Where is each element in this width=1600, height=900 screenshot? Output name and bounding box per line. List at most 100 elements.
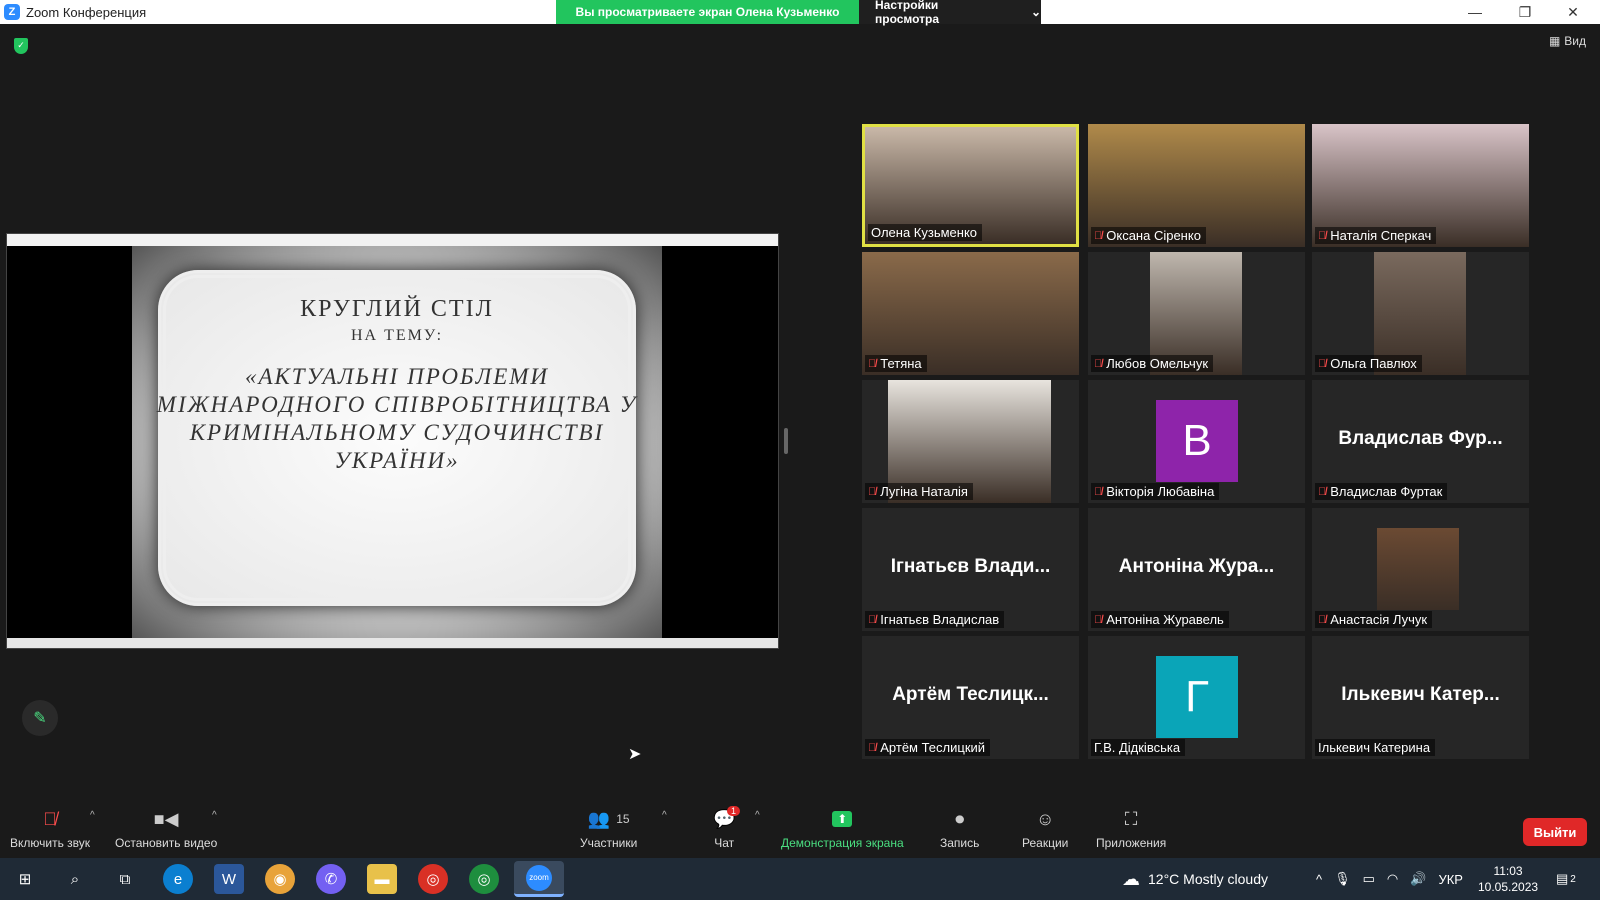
clock[interactable]: 11:03 10.05.2023	[1478, 858, 1538, 900]
participant-name-label: 🎙̸ Любов Омельчук	[1091, 355, 1214, 372]
participant-display-name: Артём Теслицк...	[892, 684, 1049, 705]
participants-icon: 👥	[587, 808, 611, 829]
participant-tile[interactable]: 🎙̸ Оксана Сіренко	[1088, 124, 1305, 247]
participant-name: Антоніна Журавель	[1106, 612, 1224, 627]
restore-icon[interactable]: ❐	[1502, 0, 1548, 24]
participant-initial-avatar: Г	[1156, 656, 1238, 738]
participants-button[interactable]: 👥 15 Участники	[580, 808, 637, 851]
participant-name: Г.В. Дідківська	[1094, 740, 1181, 755]
participant-name-label: Ількевич Катерина	[1315, 739, 1436, 756]
participant-tile[interactable]: 🎙̸ Любов Омельчук	[1088, 252, 1305, 375]
close-icon[interactable]: ✕	[1550, 0, 1596, 24]
view-options-button[interactable]: Настройки просмотра ⌄	[859, 0, 1041, 26]
video-options-caret-icon[interactable]: ^	[212, 810, 217, 821]
participant-display-name: Антоніна Жура...	[1118, 556, 1275, 577]
leave-button[interactable]: Выйти	[1523, 818, 1587, 846]
minimize-icon[interactable]: —	[1452, 0, 1498, 24]
battery-icon[interactable]: ▭	[1363, 871, 1375, 887]
word-icon[interactable]: W	[214, 864, 244, 894]
stop-video-label: Остановить видео	[115, 836, 218, 850]
viber-icon[interactable]: ✆	[316, 864, 346, 894]
annotate-pencil-icon[interactable]: ✎	[22, 700, 58, 736]
apps-button[interactable]: ⛶ Приложения	[1096, 808, 1167, 851]
unmute-button[interactable]: 🎙̸ Включить звук	[10, 808, 90, 851]
participant-name-label: 🎙̸ Ольга Павлюх	[1315, 355, 1422, 372]
slide-title: КРУГЛИЙ СТІЛ	[300, 296, 494, 322]
apps-icon: ⛶	[1124, 808, 1138, 829]
participants-caret-icon[interactable]: ^	[662, 810, 667, 821]
microphone-muted-icon: 🎙̸	[1318, 485, 1327, 498]
chrome-icon[interactable]: ◎	[418, 864, 448, 894]
microphone-icon[interactable]: 🎙	[1334, 871, 1351, 887]
microphone-muted-icon: 🎙̸	[868, 357, 877, 370]
participants-count: 15	[616, 812, 630, 826]
microphone-muted-icon: 🎙̸	[43, 808, 57, 829]
view-button[interactable]: ▦ Вид	[1549, 34, 1586, 48]
zoom-taskbar-icon[interactable]: zoom	[514, 861, 564, 897]
slide-text: КРУГЛИЙ СТІЛ НА ТЕМУ: «АКТУАЛЬНІ ПРОБЛЕМ…	[132, 296, 662, 475]
participant-tile[interactable]: Олена Кузьменко	[862, 124, 1079, 247]
notification-icon: ▤	[1556, 871, 1569, 886]
participant-tile[interactable]: Артём Теслицк... 🎙̸ Артём Теслицкий	[862, 636, 1079, 759]
participant-tile[interactable]: Антоніна Жура... 🎙̸ Антоніна Журавель	[1088, 508, 1305, 631]
share-banner: Вы просматриваете экран Олена Кузьменко	[556, 0, 859, 24]
windows-start-icon[interactable]: ⊞	[10, 864, 40, 894]
participant-tile[interactable]: 🎙̸ Тетяна	[862, 252, 1079, 375]
participant-tile[interactable]: Ількевич Катер... Ількевич Катерина	[1312, 636, 1529, 759]
participant-tile[interactable]: 🎙̸ Ольга Павлюх	[1312, 252, 1529, 375]
window-title: Zoom Конференция	[26, 4, 147, 20]
notification-count: 2	[1570, 873, 1576, 885]
participant-tile[interactable]: 🎙̸ Лугіна Наталія	[862, 380, 1079, 503]
participant-name: Ольга Павлюх	[1330, 356, 1417, 371]
reactions-button[interactable]: ☺ Реакции	[1022, 808, 1069, 851]
share-screen-label: Демонстрация экрана	[781, 836, 904, 850]
clock-time: 11:03	[1493, 864, 1523, 878]
mouse-cursor-icon: ➤	[628, 746, 642, 763]
volume-icon[interactable]: 🔊	[1410, 871, 1426, 887]
participant-name: Тетяна	[880, 356, 922, 371]
reactions-label: Реакции	[1022, 836, 1069, 850]
audio-options-caret-icon[interactable]: ^	[90, 810, 95, 821]
participant-name-label: 🎙̸ Анастасія Лучук	[1315, 611, 1433, 628]
chevron-up-icon[interactable]: ^	[1316, 872, 1322, 887]
participant-name: Наталія Сперкач	[1330, 228, 1432, 243]
apps-label: Приложения	[1096, 836, 1167, 850]
notifications-button[interactable]: ▤ 2	[1556, 858, 1576, 900]
file-explorer-icon[interactable]: ▬	[367, 864, 397, 894]
zoom-window: Z Zoom Конференция Вы просматриваете экр…	[0, 0, 1600, 900]
security-shield-icon[interactable]: ✓	[14, 38, 28, 54]
chat-label: Чат	[714, 836, 735, 850]
chrome-profile-icon[interactable]: ◎	[469, 864, 499, 894]
participant-name: Ігнатьєв Владислав	[880, 612, 1000, 627]
search-icon[interactable]: ⌕	[60, 864, 90, 894]
task-view-icon[interactable]: ⧉	[110, 864, 140, 894]
clock-date: 10.05.2023	[1478, 880, 1539, 894]
language-indicator[interactable]: УКР	[1438, 872, 1463, 887]
split-resize-handle[interactable]	[784, 428, 788, 454]
participant-tile[interactable]: Ігнатьєв Влади... 🎙̸ Ігнатьєв Владислав	[862, 508, 1079, 631]
participant-display-name: Ігнатьєв Влади...	[890, 556, 1051, 577]
participant-name: Олена Кузьменко	[871, 225, 978, 240]
slide-subtitle: НА ТЕМУ:	[350, 327, 444, 344]
browser-icon[interactable]: ◉	[265, 864, 295, 894]
participant-tile[interactable]: В 🎙̸ Вікторія Любавіна	[1088, 380, 1305, 503]
share-screen-button[interactable]: ⬆ Демонстрация экрана	[781, 808, 904, 850]
microphone-muted-icon: 🎙̸	[868, 485, 877, 498]
shared-screen[interactable]: КРУГЛИЙ СТІЛ НА ТЕМУ: «АКТУАЛЬНІ ПРОБЛЕМ…	[6, 233, 779, 649]
chat-caret-icon[interactable]: ^	[755, 810, 760, 821]
edge-icon[interactable]: e	[163, 864, 193, 894]
participant-display-name: Ількевич Катер...	[1341, 684, 1500, 705]
record-button[interactable]: ⏺ Запись	[940, 808, 980, 851]
participant-tile[interactable]: Владислав Фур... 🎙̸ Владислав Фуртак	[1312, 380, 1529, 503]
stop-video-button[interactable]: ■◀ Остановить видео	[115, 808, 218, 851]
wifi-icon[interactable]: ◠	[1387, 871, 1398, 887]
microphone-muted-icon: 🎙̸	[1318, 357, 1327, 370]
record-label: Запись	[940, 836, 980, 850]
microphone-muted-icon: 🎙̸	[1094, 229, 1103, 242]
microphone-muted-icon: 🎙̸	[1318, 229, 1327, 242]
weather-widget[interactable]: ☁ 12°C Mostly cloudy	[1122, 858, 1268, 900]
chat-button[interactable]: 💬 1 Чат	[713, 806, 741, 850]
participant-tile[interactable]: Г Г.В. Дідківська	[1088, 636, 1305, 759]
participant-tile[interactable]: 🎙̸ Анастасія Лучук	[1312, 508, 1529, 631]
participant-tile[interactable]: 🎙̸ Наталія Сперкач	[1312, 124, 1529, 247]
